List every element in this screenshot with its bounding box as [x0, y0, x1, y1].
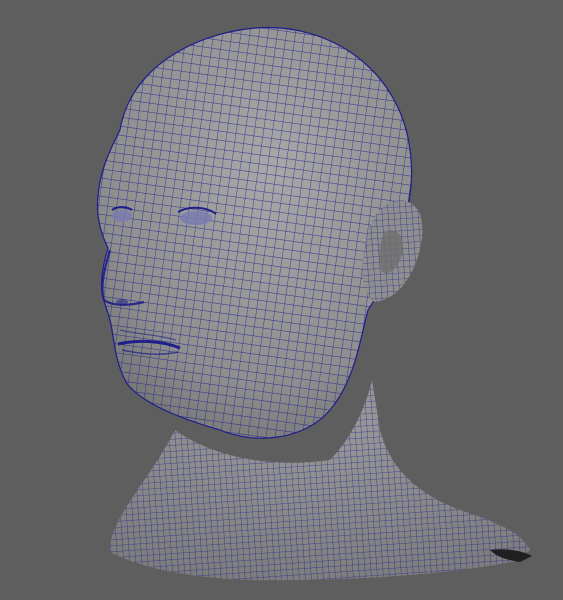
eye-right — [180, 211, 212, 225]
3d-viewport[interactable] — [0, 0, 563, 600]
eye-left — [112, 210, 132, 222]
head-model-render[interactable] — [0, 0, 563, 600]
head — [96, 26, 413, 439]
